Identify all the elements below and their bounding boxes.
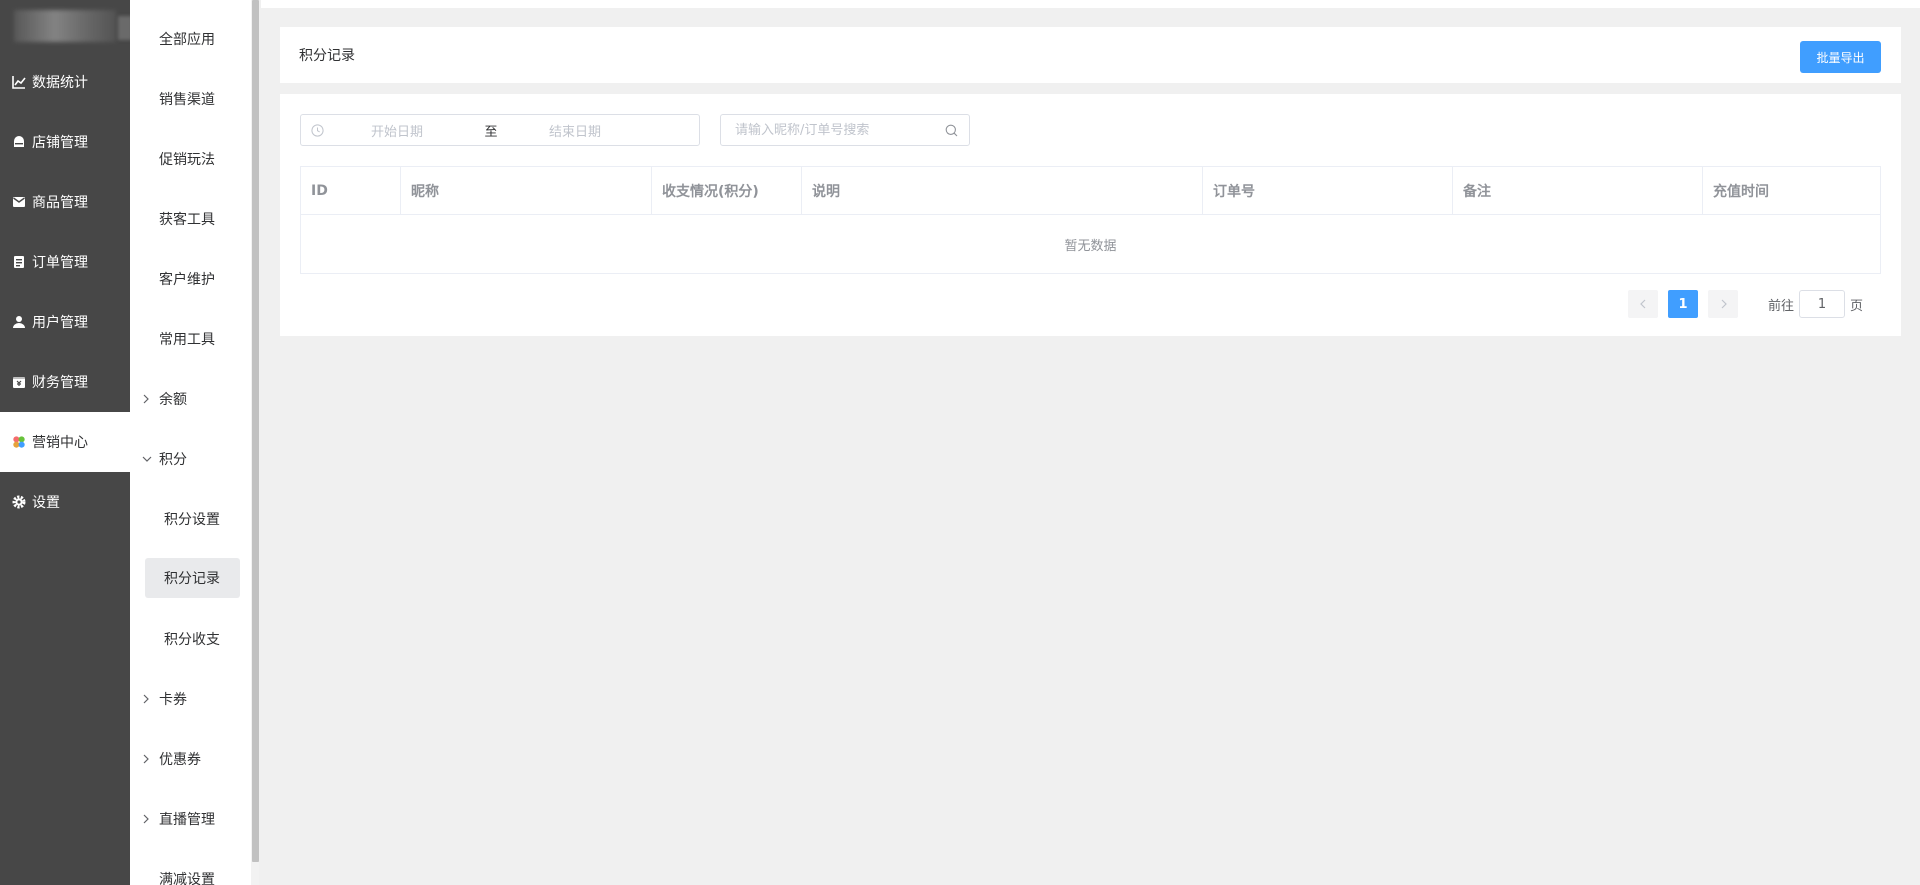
clock-icon bbox=[311, 124, 324, 137]
order-icon bbox=[12, 255, 26, 269]
sidebar-item-label: 店铺管理 bbox=[32, 135, 88, 151]
column-header-description: 说明 bbox=[802, 167, 1203, 215]
table-empty-text: 暂无数据 bbox=[1064, 238, 1117, 254]
submenu-item-all-apps[interactable]: 全部应用 bbox=[130, 19, 251, 59]
records-panel: 开始日期 至 结束日期 ID 昵称 收支情况(积分) 说明 订单号 备注 充值时… bbox=[280, 94, 1901, 336]
column-header-nickname: 昵称 bbox=[401, 167, 652, 215]
submenu-item-label: 销售渠道 bbox=[159, 92, 215, 108]
chevron-right-icon bbox=[142, 799, 150, 839]
submenu-item-label: 优惠券 bbox=[159, 752, 201, 768]
goto-suffix-label: 页 bbox=[1850, 298, 1864, 314]
submenu-item-label: 客户维护 bbox=[159, 272, 215, 288]
submenu-item-promotions[interactable]: 促销玩法 bbox=[130, 139, 251, 179]
chevron-right-icon bbox=[142, 739, 150, 779]
sidebar-item-finance[interactable]: 财务管理 bbox=[0, 352, 130, 412]
chevron-right-icon bbox=[142, 379, 150, 419]
top-bar bbox=[261, 0, 1920, 8]
submenu-item-live-management[interactable]: 直播管理 bbox=[130, 799, 251, 839]
submenu-item-label: 积分收支 bbox=[164, 632, 220, 648]
table-header: ID 昵称 收支情况(积分) 说明 订单号 备注 充值时间 bbox=[301, 167, 1880, 215]
submenu-item-points-records[interactable]: 积分记录 bbox=[145, 558, 240, 598]
range-separator: 至 bbox=[484, 124, 498, 140]
chevron-right-icon bbox=[142, 679, 150, 719]
sidebar-item-label: 营销中心 bbox=[32, 435, 88, 451]
goods-icon bbox=[12, 195, 26, 209]
submenu-item-label: 全部应用 bbox=[159, 32, 215, 48]
page-header: 积分记录 批量导出 bbox=[280, 27, 1901, 83]
shop-icon bbox=[12, 135, 26, 149]
end-date-input[interactable]: 结束日期 bbox=[539, 121, 611, 140]
submenu-item-acquisition-tools[interactable]: 获客工具 bbox=[130, 199, 251, 239]
chevron-down-icon bbox=[142, 439, 152, 479]
submenu-item-label: 积分设置 bbox=[164, 512, 220, 528]
scrollbar-thumb[interactable] bbox=[252, 0, 259, 862]
chart-line-icon bbox=[12, 75, 26, 89]
page-number-current[interactable]: 1 bbox=[1668, 290, 1698, 318]
goto-prefix-label: 前往 bbox=[1768, 298, 1795, 314]
submenu-item-label: 常用工具 bbox=[159, 332, 215, 348]
pagination: 1 前往 页 bbox=[1628, 290, 1863, 318]
marketing-icon bbox=[12, 435, 26, 449]
search-box bbox=[720, 114, 970, 146]
column-header-points-change: 收支情况(积分) bbox=[652, 167, 802, 215]
submenu-item-label: 直播管理 bbox=[159, 812, 215, 828]
sidebar-item-settings[interactable]: 设置 bbox=[0, 472, 130, 532]
submenu-item-full-reduction[interactable]: 满减设置 bbox=[130, 859, 251, 885]
search-icon[interactable] bbox=[945, 124, 958, 137]
main-content: 积分记录 批量导出 开始日期 至 结束日期 ID 昵称 收支情况(积分) 说明 … bbox=[261, 0, 1920, 885]
submenu-item-points-settings[interactable]: 积分设置 bbox=[130, 499, 251, 539]
user-icon bbox=[12, 315, 26, 329]
submenu-item-customer-care[interactable]: 客户维护 bbox=[130, 259, 251, 299]
submenu-item-balance[interactable]: 余额 bbox=[130, 379, 251, 419]
page-title: 积分记录 bbox=[299, 48, 355, 64]
submenu-item-label: 余额 bbox=[159, 392, 187, 408]
sidebar-item-label: 商品管理 bbox=[32, 195, 88, 211]
column-header-remark: 备注 bbox=[1453, 167, 1703, 215]
brand-logo[interactable] bbox=[14, 10, 132, 46]
next-page-button[interactable] bbox=[1708, 290, 1738, 318]
batch-export-button[interactable]: 批量导出 bbox=[1800, 41, 1881, 73]
gear-icon bbox=[12, 495, 26, 509]
submenu-item-coupons[interactable]: 优惠券 bbox=[130, 739, 251, 779]
chevron-left-icon bbox=[1639, 299, 1645, 309]
submenu-item-label: 满减设置 bbox=[159, 872, 215, 885]
search-input[interactable] bbox=[721, 115, 941, 145]
chevron-right-icon bbox=[1721, 299, 1727, 309]
sidebar-item-data-stats[interactable]: 数据统计 bbox=[0, 52, 130, 112]
sidebar-item-label: 财务管理 bbox=[32, 375, 88, 391]
submenu-item-label: 积分记录 bbox=[164, 571, 220, 587]
secondary-sidebar: 全部应用 销售渠道 促销玩法 获客工具 客户维护 常用工具 余额 积分 积分设置… bbox=[130, 0, 259, 885]
submenu-scrollbar[interactable] bbox=[251, 0, 259, 885]
sidebar-item-label: 设置 bbox=[32, 495, 60, 511]
submenu-item-sales-channel[interactable]: 销售渠道 bbox=[130, 79, 251, 119]
submenu-item-card-vouchers[interactable]: 卡券 bbox=[130, 679, 251, 719]
sidebar-item-goods[interactable]: 商品管理 bbox=[0, 172, 130, 232]
start-date-input[interactable]: 开始日期 bbox=[361, 121, 433, 140]
page-jumper: 前往 页 bbox=[1768, 290, 1863, 318]
sidebar-item-users[interactable]: 用户管理 bbox=[0, 292, 130, 352]
finance-icon bbox=[12, 375, 26, 389]
column-header-id: ID bbox=[301, 167, 401, 215]
prev-page-button[interactable] bbox=[1628, 290, 1658, 318]
sidebar-item-shop[interactable]: 店铺管理 bbox=[0, 112, 130, 172]
sidebar-item-label: 用户管理 bbox=[32, 315, 88, 331]
sidebar-item-orders[interactable]: 订单管理 bbox=[0, 232, 130, 292]
submenu-item-label: 促销玩法 bbox=[159, 152, 215, 168]
submenu-item-label: 积分 bbox=[159, 452, 187, 468]
submenu-item-points[interactable]: 积分 bbox=[130, 439, 251, 479]
column-header-order-number: 订单号 bbox=[1203, 167, 1453, 215]
sidebar-item-label: 订单管理 bbox=[32, 255, 88, 271]
submenu-item-common-tools[interactable]: 常用工具 bbox=[130, 319, 251, 359]
column-header-recharge-time: 充值时间 bbox=[1713, 184, 1769, 200]
logo-blurred bbox=[14, 10, 116, 42]
primary-sidebar: 数据统计 店铺管理 商品管理 订单管理 用户管理 财务管理 营销中心 设置 bbox=[0, 0, 132, 885]
records-table: ID 昵称 收支情况(积分) 说明 订单号 备注 充值时间 暂无数据 bbox=[300, 166, 1881, 274]
submenu-item-label: 卡券 bbox=[159, 692, 187, 708]
sidebar-item-label: 数据统计 bbox=[32, 75, 88, 91]
submenu-item-label: 获客工具 bbox=[159, 212, 215, 228]
date-range-picker[interactable]: 开始日期 至 结束日期 bbox=[300, 114, 700, 146]
submenu-item-points-income-expense[interactable]: 积分收支 bbox=[130, 619, 251, 659]
goto-page-input[interactable] bbox=[1799, 290, 1846, 318]
sidebar-item-marketing[interactable]: 营销中心 bbox=[0, 412, 130, 472]
